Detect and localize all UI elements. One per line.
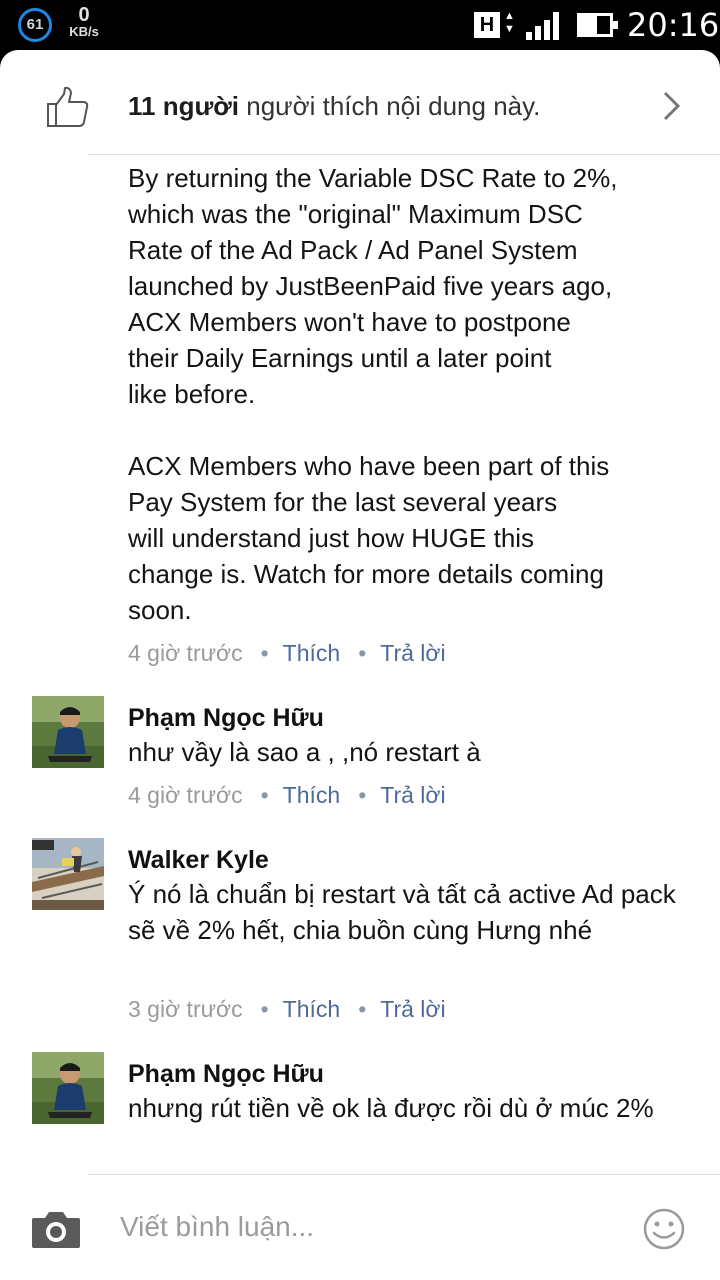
network-speed: 0 KB/s [64,5,104,39]
signal-strength-icon [520,12,560,40]
comment-meta: 3 giờ trước • Thích • Trả lời [128,996,446,1026]
comment-time: 4 giờ trước [128,782,243,808]
chevron-right-icon[interactable] [660,90,684,122]
post-text-paragraph-1: By returning the Variable DSC Rate to 2%… [128,163,618,409]
separator-dot: • [260,640,269,666]
comment-reply-link[interactable]: Trả lời [380,782,445,808]
thumbs-up-icon [47,86,89,127]
comment-text: như vầy là sao a , ,nó restart à [128,737,481,767]
likes-suffix: người thích nội dung này. [239,91,541,121]
comment-text: Ý nó là chuẩn bị restart và tất cả activ… [128,879,676,945]
comment-like-link[interactable]: Thích [283,782,341,808]
status-bar: 61 0 KB/s H ▲ ▼ 20:16 [0,0,720,50]
comment-like-link[interactable]: Thích [283,996,341,1022]
separator-dot: • [358,996,367,1022]
avatar[interactable] [32,838,104,910]
separator-dot: • [260,996,269,1022]
separator-dot: • [358,640,367,666]
network-speed-unit: KB/s [69,24,99,39]
likes-summary-text: 11 người người thích nội dung này. [128,91,540,122]
comment-author[interactable]: Phạm Ngọc Hữu [128,1060,324,1089]
camera-icon[interactable] [30,1208,82,1250]
comment-composer [0,1176,720,1280]
avatar[interactable] [32,1052,104,1124]
likes-count: 11 người [128,91,240,121]
comment-input[interactable] [120,1204,620,1250]
separator-dot: • [358,782,367,808]
comment-author[interactable]: Walker Kyle [128,846,269,875]
avatar[interactable] [32,696,104,768]
clock: 20:16 [627,6,720,44]
comments-sheet: 11 người người thích nội dung này. By re… [0,50,720,1280]
battery-icon [577,13,618,37]
comment-time: 3 giờ trước [128,996,243,1022]
network-speed-value: 0 [78,4,90,26]
post-like-link[interactable]: Thích [283,640,341,666]
post-meta: 4 giờ trước • Thích • Trả lời [128,640,446,670]
network-type-icon: H [474,12,500,38]
post-time: 4 giờ trước [128,640,243,666]
notification-count-badge: 61 [18,8,52,42]
post-text-paragraph-2: ACX Members who have been part of this P… [128,451,610,625]
emoji-icon[interactable] [643,1208,685,1250]
divider [88,154,720,155]
divider [88,1174,720,1175]
comment-meta: 4 giờ trước • Thích • Trả lời [128,782,446,812]
post-reply-link[interactable]: Trả lời [380,640,445,666]
comment-author[interactable]: Phạm Ngọc Hữu [128,704,324,733]
comment-reply-link[interactable]: Trả lời [380,996,445,1022]
comment-text: nhưng rút tiền về ok là được rồi dù ở mú… [128,1093,654,1123]
data-activity-icon: ▲ ▼ [504,10,515,35]
separator-dot: • [260,782,269,808]
likes-summary-row[interactable]: 11 người người thích nội dung này. [0,50,720,156]
